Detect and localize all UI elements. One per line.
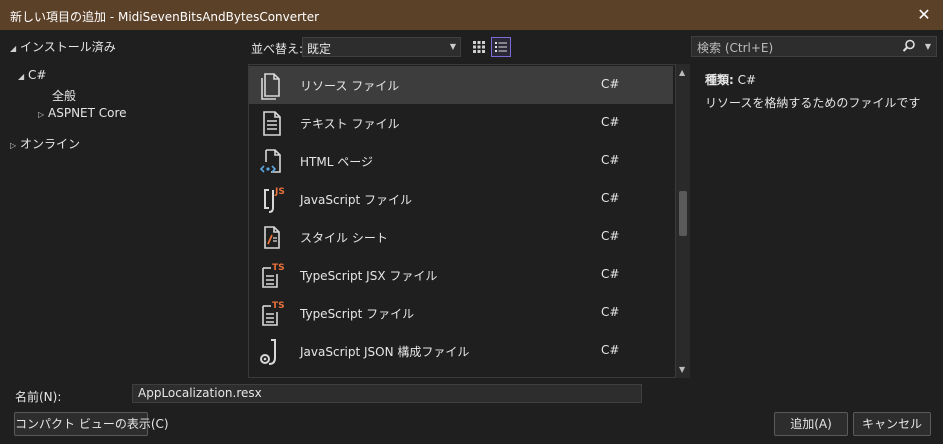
list-item[interactable]: JavaScript JSON 構成ファイル C# (249, 332, 673, 370)
expanded-triangle-icon: ◢ (18, 72, 25, 81)
html-page-icon (259, 149, 281, 173)
scrollbar-thumb[interactable] (679, 191, 687, 236)
chevron-down-icon[interactable]: ▼ (925, 42, 931, 51)
item-name: リソース ファイル (300, 79, 400, 93)
text-file-icon (263, 111, 281, 136)
item-name: テキスト ファイル (300, 117, 400, 131)
sort-dropdown[interactable]: 既定 ▼ (302, 37, 461, 57)
grid-view-icon (473, 41, 485, 53)
search-placeholder: 検索 (Ctrl+E) (697, 41, 774, 55)
name-field[interactable]: AppLocalization.resx (132, 384, 642, 403)
tree-node-aspnet-core[interactable]: ▷ ASPNET Core (38, 106, 127, 120)
name-label: 名前(N): (15, 390, 62, 404)
search-icon (902, 39, 915, 52)
svg-text:TS: TS (272, 301, 285, 311)
list-view-button[interactable] (491, 37, 511, 57)
expanded-triangle-icon: ◢ (10, 44, 17, 53)
typescript-file-icon: TS (262, 301, 285, 326)
sort-label: 並べ替え: (251, 42, 304, 56)
list-scrollbar[interactable]: ▲ ▼ (676, 64, 690, 378)
list-view-icon (495, 42, 507, 52)
search-input[interactable]: 検索 (Ctrl+E) ▼ (691, 36, 937, 57)
item-name: HTML ページ (300, 155, 373, 169)
chevron-down-icon: ▼ (449, 42, 456, 51)
category-tree: ◢ インストール済み ◢ C# 全般 ▷ ASPNET Core ▷ オンライン (0, 30, 244, 378)
type-value: C# (737, 73, 757, 87)
type-info: 種類: C# (705, 71, 756, 88)
sort-value: 既定 (307, 42, 332, 56)
collapsed-triangle-icon: ▷ (38, 110, 45, 119)
close-button[interactable]: ✕ (915, 6, 933, 24)
tree-node-label: ASPNET Core (48, 106, 127, 120)
tree-node-csharp[interactable]: ◢ C# (18, 68, 46, 82)
item-language: C# (601, 267, 620, 281)
list-item[interactable] (249, 370, 673, 378)
type-label: 種類: (705, 73, 734, 87)
resource-file-icon (261, 73, 280, 100)
tree-node-label: 全般 (52, 89, 77, 103)
item-name: JavaScript JSON 構成ファイル (300, 345, 470, 359)
collapsed-triangle-icon: ▷ (10, 141, 17, 150)
javascript-file-icon: JS (264, 187, 285, 213)
list-item[interactable]: テキスト ファイル C# (249, 104, 673, 142)
item-language: C# (601, 305, 620, 319)
tree-node-label: オンライン (20, 137, 81, 151)
item-language: C# (601, 229, 620, 243)
tree-node-installed[interactable]: ◢ インストール済み (10, 38, 116, 55)
tree-node-online[interactable]: ▷ オンライン (10, 135, 80, 152)
item-name: TypeScript JSX ファイル (300, 269, 438, 283)
tree-node-label: C# (28, 68, 47, 82)
cancel-button[interactable]: キャンセル (853, 412, 931, 436)
template-description: リソースを格納するためのファイルです (705, 96, 921, 110)
list-item[interactable]: TS TypeScript ファイル C# (249, 294, 673, 332)
scroll-up-icon[interactable]: ▲ (679, 68, 685, 77)
item-language: C# (601, 343, 620, 357)
list-item[interactable]: JS JavaScript ファイル C# (249, 180, 673, 218)
tree-node-label: インストール済み (20, 40, 116, 54)
typescript-jsx-file-icon: TS (262, 263, 285, 288)
item-language: C# (601, 153, 620, 167)
item-language: C# (601, 115, 620, 129)
compact-view-button[interactable]: コンパクト ビューの表示(C) (14, 412, 169, 436)
window-title: 新しい項目の追加 - MidiSevenBitsAndBytesConverte… (10, 10, 320, 24)
list-item[interactable]: スタイル シート C# (249, 218, 673, 256)
title-bar: 新しい項目の追加 - MidiSevenBitsAndBytesConverte… (0, 0, 943, 30)
list-item[interactable]: リソース ファイル C# (249, 66, 673, 104)
item-name: JavaScript ファイル (300, 193, 412, 207)
item-name: スタイル シート (300, 231, 388, 245)
svg-text:TS: TS (272, 263, 285, 273)
item-language: C# (601, 77, 620, 91)
add-button[interactable]: 追加(A) (774, 412, 848, 436)
partial-file-icon (257, 374, 287, 378)
style-sheet-icon (264, 226, 280, 249)
grid-view-button[interactable] (469, 37, 489, 57)
scroll-down-icon[interactable]: ▼ (679, 365, 685, 374)
template-list: リソース ファイル C# テキスト ファイル C# HTML ページ C# JS… (248, 64, 676, 378)
list-item[interactable]: TS TypeScript JSX ファイル C# (249, 256, 673, 294)
list-item[interactable]: HTML ページ C# (249, 142, 673, 180)
item-language: C# (601, 191, 620, 205)
svg-text:JS: JS (274, 187, 285, 197)
item-name: TypeScript ファイル (300, 307, 415, 321)
tree-node-general[interactable]: 全般 (52, 87, 76, 104)
json-config-file-icon (260, 339, 276, 365)
